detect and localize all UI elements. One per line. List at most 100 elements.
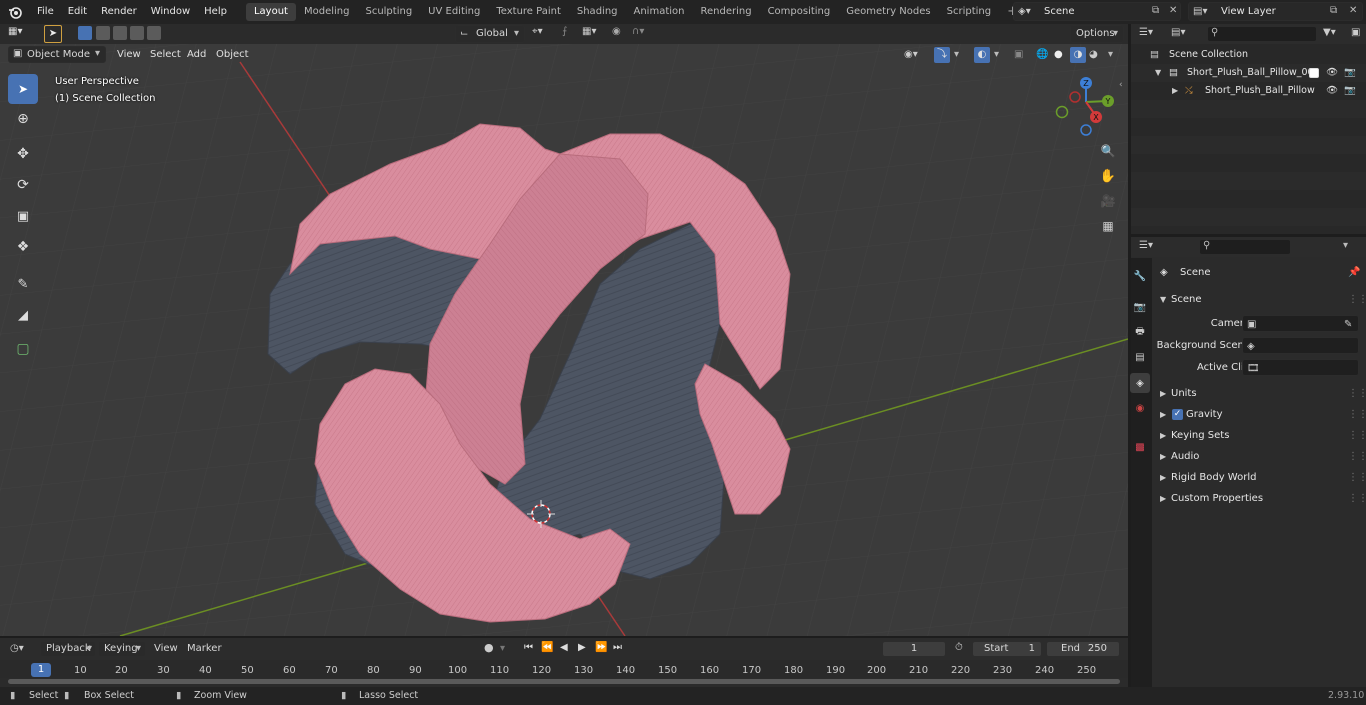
drag-handle-icon[interactable]: ⋮⋮ [1348,446,1366,467]
copy-icon[interactable]: ⧉ [1330,5,1337,16]
snap-target-icon[interactable]: ▦▾ [582,26,596,37]
render-tab-icon[interactable]: 📷 [1130,297,1150,317]
chevron-down-icon[interactable]: ▾ [954,47,959,63]
editor-type-icon[interactable]: ◷▾ [10,643,24,654]
eye-icon[interactable]: 👁 [1326,64,1338,82]
tool-tab-icon[interactable]: 🔧 [1130,266,1150,286]
tab-rendering[interactable]: Rendering [692,3,759,21]
material-shading-icon[interactable]: ◑ [1070,47,1086,63]
camera-view-icon[interactable]: 🎥 [1097,190,1119,212]
active-clip-field[interactable]: 🎞 [1242,359,1359,376]
texture-tab-icon[interactable]: ▩ [1130,437,1150,457]
close-icon[interactable]: ✕ [1169,5,1177,16]
chevron-down-icon[interactable]: ▾ [1343,240,1348,251]
measure-tool-icon[interactable]: ◢ [8,300,38,330]
tab-scripting[interactable]: Scripting [939,3,999,21]
outliner-item[interactable]: ▼ ▤ Short_Plush_Ball_Pillow_001 👁 📷 [1132,64,1366,82]
scene-tab-icon[interactable]: ◈ [1130,373,1150,393]
pan-hand-icon[interactable]: ✋ [1097,165,1119,187]
navigation-gizmo[interactable]: Z Y X [1053,72,1123,142]
jump-end-icon[interactable]: ⏭ [613,642,622,653]
world-tab-icon[interactable]: ◉ [1130,398,1150,418]
rendered-shading-icon[interactable]: ◕ [1089,47,1098,63]
display-mode-icon[interactable]: ▤▾ [1171,27,1185,38]
xray-icon[interactable]: ▣ [1014,47,1023,63]
next-keyframe-icon[interactable]: ⏩ [595,642,607,653]
perspective-grid-icon[interactable]: ▦ [1097,215,1119,237]
output-tab-icon[interactable]: 🖶 [1130,322,1150,342]
tab-modeling[interactable]: Modeling [296,3,358,21]
collapse-arrow-icon[interactable]: ▼ [1155,64,1161,82]
properties-search-input[interactable]: ⚲ [1199,239,1291,255]
drag-handle-icon[interactable]: ⋮⋮ [1348,289,1366,310]
checkbox-icon[interactable] [1309,68,1319,78]
end-frame-field[interactable]: End 250 [1046,641,1120,657]
drag-handle-icon[interactable]: ⋮⋮ [1348,488,1366,509]
custom-properties-subpanel[interactable]: ▶ Custom Properties ⋮⋮ [1152,488,1366,509]
expand-arrow-icon[interactable]: ▶ [1172,82,1178,100]
playhead[interactable]: 1 [31,663,51,677]
camera-icon[interactable]: 📷 [1344,64,1356,82]
chevron-down-icon[interactable]: ▾ [500,643,505,654]
tab-sculpting[interactable]: Sculpting [357,3,420,21]
overlays-icon[interactable]: ◐ [974,47,990,63]
editor-type-icon[interactable]: ▦▾ [8,26,34,42]
camera-field[interactable]: ▣ ✎ [1242,315,1359,332]
snap-icon[interactable]: ⨍ [562,26,567,37]
rotate-tool-icon[interactable]: ⟳ [8,170,38,200]
audio-subpanel[interactable]: ▶ Audio ⋮⋮ [1152,446,1366,467]
rigid-body-world-subpanel[interactable]: ▶ Rigid Body World ⋮⋮ [1152,467,1366,488]
editor-type-icon[interactable]: ☰▾ [1139,240,1153,251]
pin-icon[interactable]: 📌 [1348,262,1360,283]
scale-tool-icon[interactable]: ▣ [8,201,38,231]
keying-sets-subpanel[interactable]: ▶ Keying Sets ⋮⋮ [1152,425,1366,446]
playback-dropdown[interactable]: Playback ▾ [40,641,96,657]
chevron-down-icon[interactable]: ▾ [994,47,999,63]
menu-add[interactable]: Add [187,47,206,63]
chevron-down-icon[interactable]: ▾ [1108,47,1113,63]
visibility-icon[interactable]: ◉▾ [904,47,918,63]
select-mode-subtract-icon[interactable] [113,26,127,40]
select-mode-intersect-icon[interactable] [147,26,161,40]
eyedropper-icon[interactable]: ✎ [1344,314,1352,335]
select-tool-icon[interactable]: ➤ [44,25,62,43]
tab-compositing[interactable]: Compositing [760,3,839,21]
select-box-tool-icon[interactable]: ➤ [8,74,38,104]
units-subpanel[interactable]: ▶ Units ⋮⋮ [1152,383,1366,404]
background-scene-field[interactable]: ◈ [1242,337,1359,354]
options-dropdown[interactable]: Options ▾ [1070,25,1124,43]
drag-handle-icon[interactable]: ⋮⋮ [1348,467,1366,488]
outliner-item[interactable]: ▶ ⤯ Short_Plush_Ball_Pillow 👁 📷 [1132,82,1366,100]
eye-icon[interactable]: 👁 [1326,82,1338,100]
cursor-tool-icon[interactable]: ⊕ [8,104,38,134]
camera-icon[interactable]: 📷 [1344,82,1356,100]
play-icon[interactable]: ▶ [578,642,586,653]
editor-type-icon[interactable]: ☰▾ [1139,27,1153,38]
close-icon[interactable]: ✕ [1349,5,1357,16]
outliner-scene-collection[interactable]: ▤ Scene Collection [1132,46,1366,64]
menu-render[interactable]: Render [94,0,144,24]
outliner-search-input[interactable]: ⚲ [1207,26,1317,42]
zoom-icon[interactable]: 🔍 [1097,140,1119,162]
proportional-edit-icon[interactable]: ◉ [612,26,621,37]
add-cube-tool-icon[interactable]: ▢ [8,334,38,364]
transform-tool-icon[interactable]: ❖ [8,232,38,262]
tab-shading[interactable]: Shading [569,3,626,21]
select-mode-new-icon[interactable] [78,26,92,40]
menu-file[interactable]: File [30,0,61,24]
tab-texture-paint[interactable]: Texture Paint [488,3,569,21]
viewport-3d[interactable] [0,24,1128,636]
annotate-tool-icon[interactable]: ✎ [8,269,38,299]
wireframe-shading-icon[interactable]: 🌐 [1036,47,1048,63]
scene-panel-header[interactable]: ▼ Scene ⋮⋮ [1152,289,1366,310]
mode-dropdown[interactable]: ▣ Object Mode ▾ [8,46,106,63]
new-collection-icon[interactable]: ▣ [1351,27,1360,38]
drag-handle-icon[interactable]: ⋮⋮ [1348,404,1366,425]
menu-view[interactable]: View [117,47,141,63]
blender-logo-icon[interactable] [0,0,30,24]
record-icon[interactable]: ● [484,641,494,654]
select-mode-invert-icon[interactable] [130,26,144,40]
start-frame-field[interactable]: Start 1 [972,641,1042,657]
prev-keyframe-icon[interactable]: ⏪ [541,642,553,653]
falloff-icon[interactable]: ∩▾ [632,26,644,37]
